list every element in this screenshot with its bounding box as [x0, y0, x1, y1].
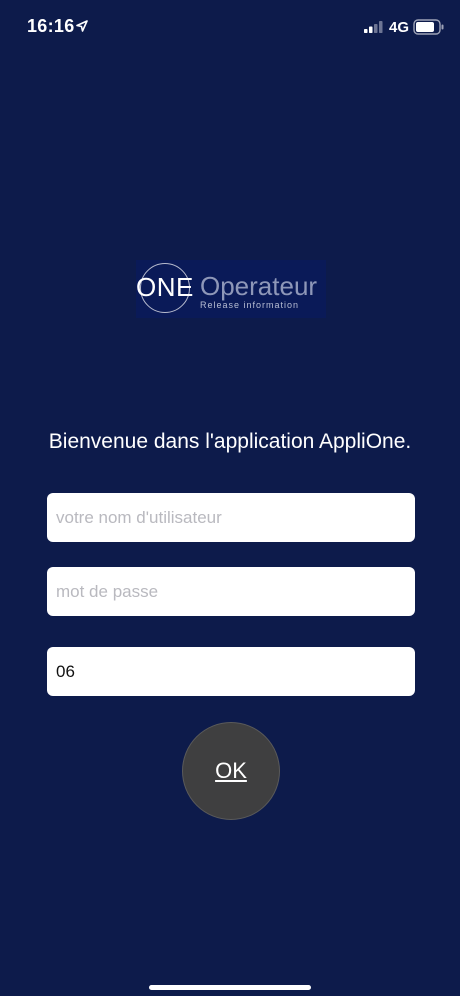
battery-icon: [413, 19, 444, 35]
status-time: 16:16: [27, 16, 75, 36]
code-input[interactable]: [47, 647, 415, 696]
status-bar: 16:16 4G: [0, 0, 460, 56]
logo-operateur-text: Operateur: [200, 271, 318, 301]
password-input[interactable]: [47, 567, 415, 616]
home-indicator[interactable]: [149, 985, 311, 990]
ok-label: OK: [215, 758, 247, 783]
username-input[interactable]: [47, 493, 415, 542]
welcome-message: Bienvenue dans l'application AppliOne.: [48, 430, 412, 453]
logo-release-text: Release information: [200, 300, 300, 310]
signal-bars-icon: [364, 21, 383, 33]
app-logo: ONE Operateur Release information: [136, 260, 326, 318]
logo-one-text: ONE: [136, 272, 194, 302]
ok-button[interactable]: OK: [182, 722, 280, 820]
network-type: 4G: [389, 19, 410, 36]
location-arrow-icon: [76, 20, 88, 32]
